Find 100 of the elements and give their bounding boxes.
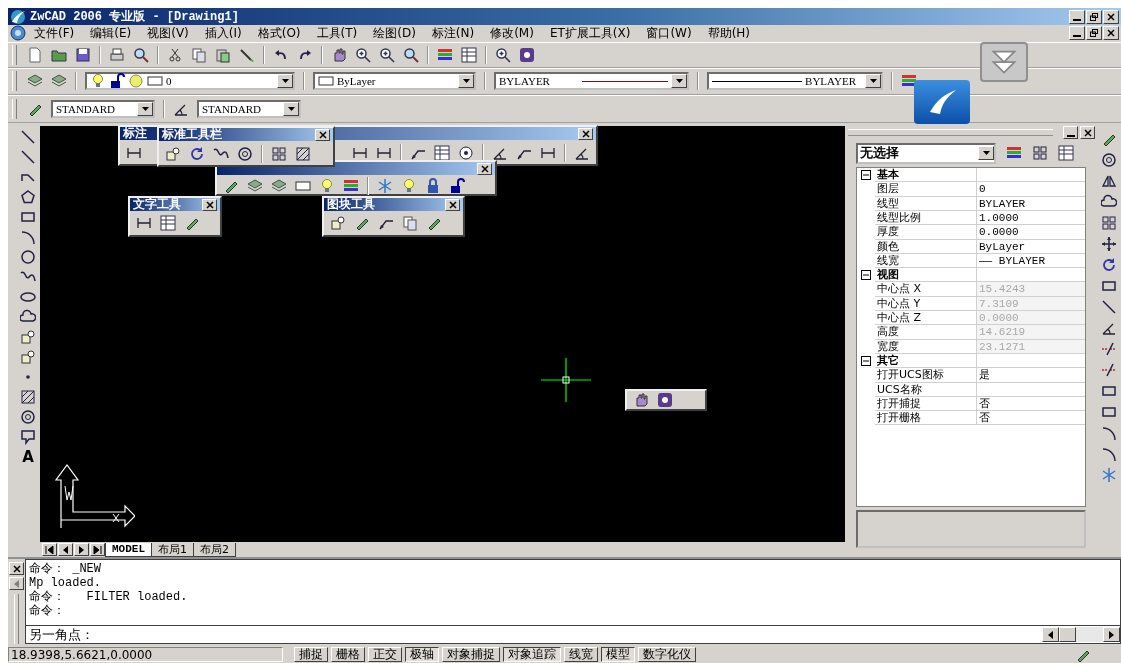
menu-item[interactable]: 标注(N)	[423, 25, 483, 41]
clipboard-icon[interactable]	[215, 46, 231, 63]
close-button[interactable]	[315, 128, 330, 141]
search-icon[interactable]	[133, 46, 149, 63]
close-button[interactable]	[202, 198, 217, 211]
minimize-button[interactable]	[1069, 26, 1085, 41]
text-style-dropdown[interactable]: STANDARD	[51, 100, 155, 119]
brush-icon[interactable]	[239, 46, 255, 63]
region-icon[interactable]	[237, 146, 253, 163]
close-button[interactable]	[445, 198, 460, 211]
hatch-icon[interactable]	[295, 146, 311, 163]
text-tool-button[interactable]: A	[22, 449, 34, 467]
snowflake-icon[interactable]	[377, 178, 393, 195]
printer-icon[interactable]	[109, 46, 125, 63]
panel-grip[interactable]	[848, 129, 1053, 137]
drawing-canvas[interactable]: 标注 标准工具栏 文字工具 图块工具	[40, 126, 845, 543]
hand-icon[interactable]	[331, 46, 347, 63]
dimension-style-dropdown[interactable]: STANDARD	[197, 100, 301, 119]
help-icon[interactable]	[657, 392, 673, 409]
mirror-icon[interactable]	[1101, 173, 1117, 190]
pentagon-icon[interactable]	[20, 189, 36, 206]
collapse-icon[interactable]	[861, 356, 871, 367]
hand-icon[interactable]	[633, 392, 649, 409]
copy-pages-icon[interactable]	[191, 46, 207, 63]
menu-item[interactable]: 编辑(E)	[82, 25, 140, 41]
selection-dropdown[interactable]: 无选择	[856, 142, 996, 164]
status-toggle[interactable]: 线宽	[564, 647, 598, 663]
arc-icon[interactable]	[1101, 425, 1117, 442]
status-toggle[interactable]: 栅格	[331, 647, 365, 663]
line-icon[interactable]	[20, 149, 36, 166]
status-toggle[interactable]: 模型	[601, 647, 635, 663]
next-tab-button[interactable]	[74, 543, 89, 557]
minimize-button[interactable]	[1063, 126, 1078, 140]
menu-item[interactable]: 工具(T)	[308, 25, 366, 41]
color-dropdown[interactable]: ByLayer	[313, 72, 476, 91]
dropdown-button[interactable]	[458, 74, 474, 89]
status-toggle[interactable]: 对象追踪	[503, 647, 561, 663]
status-toggle[interactable]: 捕捉	[294, 647, 328, 663]
region-icon[interactable]	[1101, 152, 1117, 169]
status-toggle[interactable]: 正交	[368, 647, 402, 663]
previous-tab-button[interactable]	[58, 543, 73, 557]
status-toggle[interactable]: 极轴	[405, 647, 439, 663]
line-icon[interactable]	[1101, 299, 1117, 316]
layer-dropdown[interactable]: 0	[85, 72, 295, 91]
close-button[interactable]	[9, 562, 24, 576]
zoom-icon[interactable]	[355, 46, 371, 63]
menu-item[interactable]: 绘图(D)	[365, 25, 424, 41]
grid-panel-icon[interactable]	[461, 46, 477, 63]
grid-panel-icon[interactable]	[1058, 145, 1074, 162]
rotate-arrow-icon[interactable]	[189, 146, 205, 163]
property-value[interactable]: 0.0000	[977, 225, 1085, 240]
close-button[interactable]	[1080, 126, 1095, 140]
padlock-icon[interactable]	[425, 178, 441, 195]
minimize-button[interactable]	[1069, 9, 1085, 24]
circle-icon[interactable]	[20, 249, 36, 266]
close-button[interactable]	[477, 162, 492, 175]
menu-item[interactable]: 修改(M)	[482, 25, 542, 41]
status-toggle[interactable]: 数字化仪	[638, 647, 696, 663]
status-toggle[interactable]: 对象捕捉	[442, 647, 500, 663]
linetype-dropdown[interactable]: BYLAYER	[494, 72, 689, 91]
dropdown-button[interactable]	[137, 102, 153, 117]
lineweight-dropdown[interactable]: BYLAYER	[707, 72, 883, 91]
dropdown-button[interactable]	[978, 146, 994, 161]
property-value[interactable]: 0	[977, 182, 1085, 197]
hatch-icon[interactable]	[20, 389, 36, 406]
layout-tab[interactable]: 布局2	[193, 542, 236, 557]
save-icon[interactable]	[75, 46, 91, 63]
property-value[interactable]: ByLayer	[977, 239, 1085, 254]
scissors-icon[interactable]	[167, 46, 183, 63]
app-logo-button[interactable]	[914, 80, 970, 124]
squares-icon[interactable]	[1032, 145, 1048, 162]
scrollbar[interactable]	[1042, 627, 1120, 643]
property-value[interactable]: 否	[977, 411, 1085, 426]
restore-button[interactable]	[1086, 26, 1102, 41]
help-icon[interactable]	[519, 46, 535, 63]
dropdown-button[interactable]	[283, 102, 299, 117]
open-padlock-icon[interactable]	[449, 178, 465, 195]
menu-item[interactable]: 帮助(H)	[699, 25, 758, 41]
document-icon[interactable]	[10, 25, 26, 42]
close-button[interactable]	[578, 127, 593, 140]
copy-pages-icon[interactable]	[402, 215, 418, 232]
last-tab-button[interactable]	[90, 543, 105, 557]
scroll-button[interactable]	[9, 577, 24, 591]
property-value[interactable]: 是	[977, 368, 1085, 383]
region-icon[interactable]	[20, 409, 36, 426]
line-icon[interactable]	[20, 129, 36, 146]
arc-icon[interactable]	[20, 229, 36, 246]
menu-item[interactable]: 窗口(W)	[638, 25, 700, 41]
move-arrows-icon[interactable]	[1101, 236, 1117, 253]
zoom-icon[interactable]	[495, 46, 511, 63]
bulb-icon[interactable]	[319, 178, 335, 195]
block-icon[interactable]	[330, 215, 346, 232]
balloon-icon[interactable]	[20, 429, 36, 446]
property-value[interactable]: 否	[977, 396, 1085, 412]
trim-icon[interactable]	[1101, 362, 1117, 379]
property-value[interactable]: 1.0000	[977, 210, 1085, 226]
collapse-icon[interactable]	[861, 170, 871, 181]
block-icon[interactable]	[165, 146, 181, 163]
layout-tab[interactable]: MODEL	[105, 542, 152, 557]
grid-panel-icon[interactable]	[160, 215, 176, 232]
